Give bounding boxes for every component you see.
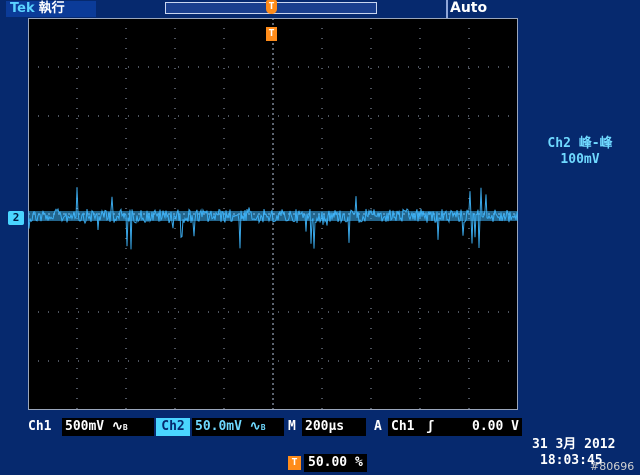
trigger-level-value: 0.00 V [472, 419, 519, 434]
trigger-label: A [374, 419, 382, 434]
date-readout: 31 3月 2012 [532, 437, 616, 452]
top-status-bar: Tek 執行 Auto [0, 0, 640, 18]
tek-logo: Tek 執行 [6, 1, 96, 17]
trigger-level-marker: T [266, 27, 277, 41]
rising-edge-icon: ʃ [426, 419, 435, 434]
trigger-position-icon: T [288, 456, 301, 470]
timebase-label: M [288, 419, 296, 434]
ch2-trace-core-band [28, 211, 518, 221]
trigger-position-marker: T [266, 0, 277, 14]
ch2-label: Ch2 [156, 418, 190, 436]
measurement-readout: Ch2 峰-峰 100mV [522, 136, 638, 168]
divider [446, 0, 448, 18]
ch2-scale-value: 50.0mV [195, 419, 242, 434]
brand-logo-text: Tek [10, 1, 35, 16]
measurement-label: Ch2 峰-峰 [547, 136, 613, 151]
horizontal-position-value: 50.00 % [304, 454, 367, 472]
oscilloscope-screen: Tek 執行 Auto T T 2 Ch2 峰-峰 100mV Ch1 500mV… [0, 0, 640, 475]
trigger-mode: Auto [450, 0, 488, 16]
ch1-scale-value: 500mV [65, 419, 105, 434]
ch2-waveform-trace [28, 187, 518, 250]
ch2-scale-readout: 50.0mV ∿B [192, 418, 284, 436]
acquisition-run-state: 執行 [38, 1, 65, 16]
ch1-scale-readout: 500mV ∿B [62, 418, 154, 436]
image-watermark: #80696 [590, 460, 635, 473]
waveform-graticule [28, 18, 518, 410]
horizontal-position-readout: T 50.00 % [288, 454, 367, 472]
ac-coupling-icon: ∿B [111, 419, 128, 434]
ac-coupling-icon: ∿B [249, 419, 266, 434]
ch1-label: Ch1 [28, 419, 52, 434]
measurement-value: 100mV [560, 152, 600, 167]
trigger-readout: Ch1 ʃ 0.00 V [388, 418, 522, 436]
ch2-ground-marker: 2 [8, 211, 24, 225]
timebase-readout: 200µs [302, 418, 366, 436]
bottom-status-row: Ch1 500mV ∿B Ch2 50.0mV ∿B M 200µs A Ch1… [0, 418, 640, 436]
trigger-source: Ch1 [391, 419, 415, 434]
